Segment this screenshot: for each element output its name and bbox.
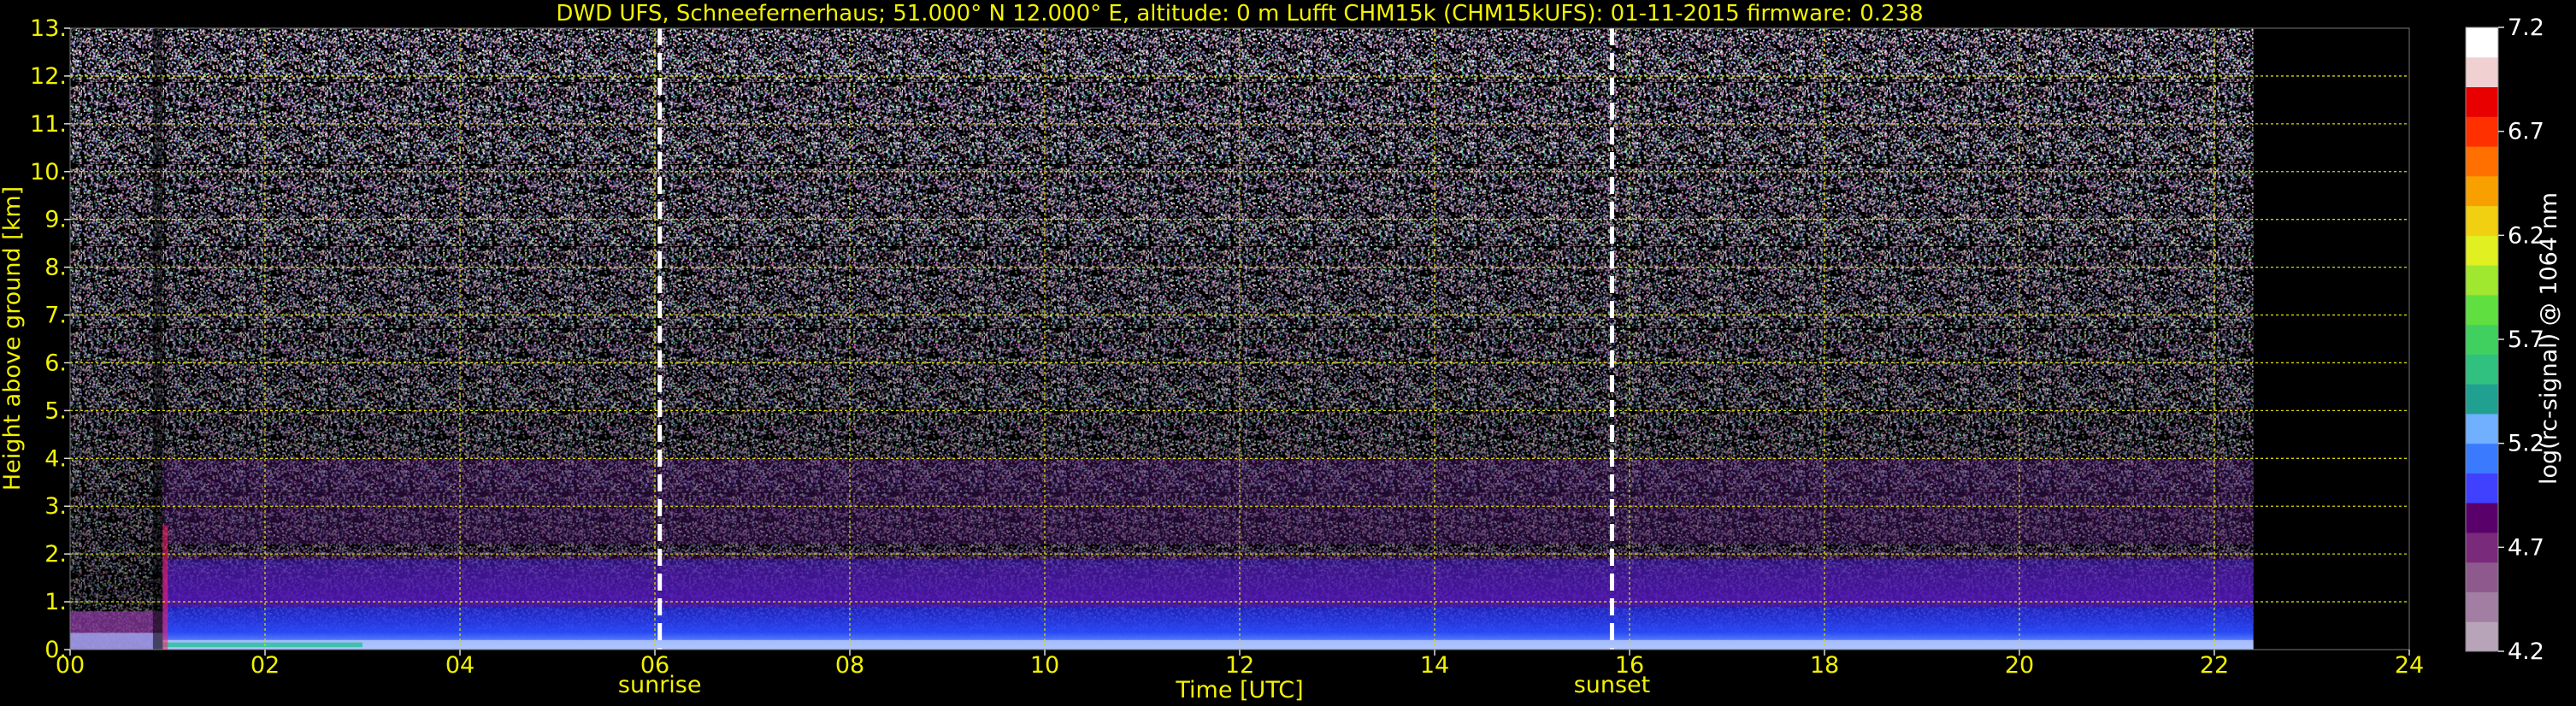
data-gap-line	[152, 28, 163, 650]
x-tick-label: 08	[835, 652, 864, 679]
x-tick-label: 14	[1420, 652, 1449, 679]
chart-title: DWD UFS, Schneefernerhaus; 51.000° N 12.…	[556, 1, 1923, 26]
x-tick-label: 18	[1810, 652, 1839, 679]
colorbar-band	[2466, 265, 2498, 296]
colorbar-tick-label: 4.2	[2508, 638, 2544, 665]
y-tick-label: 8.	[44, 255, 67, 281]
colorbar-band	[2466, 413, 2498, 444]
colorbar-tick-label: 6.7	[2508, 119, 2544, 145]
x-tick-label: 22	[2200, 652, 2229, 679]
colorbar-band	[2466, 56, 2498, 88]
x-tick-label: 02	[251, 652, 280, 679]
plot-area	[69, 27, 2410, 650]
colorbar-bands	[2466, 27, 2498, 652]
colorbar-band	[2466, 175, 2498, 207]
colorbar: 4.24.75.25.76.26.77.2 log(rc-signal) @ 1…	[2465, 15, 2562, 665]
residual-layer-core	[162, 558, 2254, 607]
colorbar-band	[2466, 532, 2498, 563]
colorbar-band	[2466, 384, 2498, 415]
colorbar-tick-label: 4.7	[2508, 534, 2544, 561]
x-tick-label: 04	[445, 652, 475, 679]
y-tick-label: 6.	[44, 350, 67, 376]
sun-event-label: sunset	[1574, 672, 1651, 698]
colorbar-band	[2466, 443, 2498, 474]
colorbar-band	[2466, 235, 2498, 266]
colorbar-band	[2466, 621, 2498, 652]
x-tick-label: 20	[2005, 652, 2034, 679]
upper-aerosol-layer	[162, 458, 2254, 544]
y-tick-label: 4.	[44, 445, 67, 472]
colorbar-band	[2466, 562, 2498, 592]
y-tick-label: 3.	[44, 493, 67, 520]
colorbar-band	[2466, 503, 2498, 533]
colorbar-band	[2466, 324, 2498, 355]
y-tick-label: 1.	[44, 589, 67, 615]
y-axis-label: Height above ground [km]	[0, 186, 26, 491]
y-axis-ticks: 0. 1. 2. 3. 4. 5. 6. 7. 8. 9. 10. 11. 12. 13.	[30, 15, 70, 663]
y-tick-label: 5.	[44, 397, 67, 424]
ceilometer-figure: DWD UFS, Schneefernerhaus; 51.000° N 12.…	[0, 1, 2562, 703]
colorbar-label: log(rc-signal) @ 1064 nm	[2536, 192, 2562, 485]
y-tick-label: 2.	[44, 541, 67, 568]
green-surface-streak	[162, 642, 363, 648]
restart-signal-edge	[162, 525, 168, 650]
early-surface-layer	[70, 632, 163, 650]
x-axis-label: Time [UTC]	[1175, 677, 1303, 703]
sun-event-label: sunrise	[618, 672, 702, 698]
colorbar-band	[2466, 116, 2498, 147]
colorbar-band	[2466, 146, 2498, 177]
sun-event-labels: sunrise sunset	[618, 672, 1650, 698]
x-axis-ticks: 00 02 04 06 08 10 12 14 16 18 20 22 24	[56, 650, 2424, 679]
y-tick-label: 13.	[30, 15, 67, 42]
x-tick-label: 12	[1225, 652, 1254, 679]
x-tick-label: 24	[2395, 652, 2424, 679]
colorbar-band	[2466, 354, 2498, 385]
y-tick-label: 0.	[44, 637, 67, 663]
colorbar-band	[2466, 86, 2498, 117]
surface-layer	[162, 639, 2254, 650]
y-tick-label: 10.	[30, 159, 67, 185]
colorbar-band	[2466, 27, 2498, 58]
y-tick-label: 9.	[44, 207, 67, 233]
y-tick-label: 11.	[30, 111, 67, 138]
colorbar-band	[2466, 205, 2498, 236]
y-tick-label: 12.	[30, 63, 67, 90]
colorbar-band	[2466, 294, 2498, 326]
x-tick-label: 10	[1030, 652, 1059, 679]
colorbar-band	[2466, 473, 2498, 503]
colorbar-band	[2466, 591, 2498, 622]
colorbar-tick-label: 7.2	[2508, 15, 2544, 41]
y-tick-label: 7.	[44, 303, 67, 329]
